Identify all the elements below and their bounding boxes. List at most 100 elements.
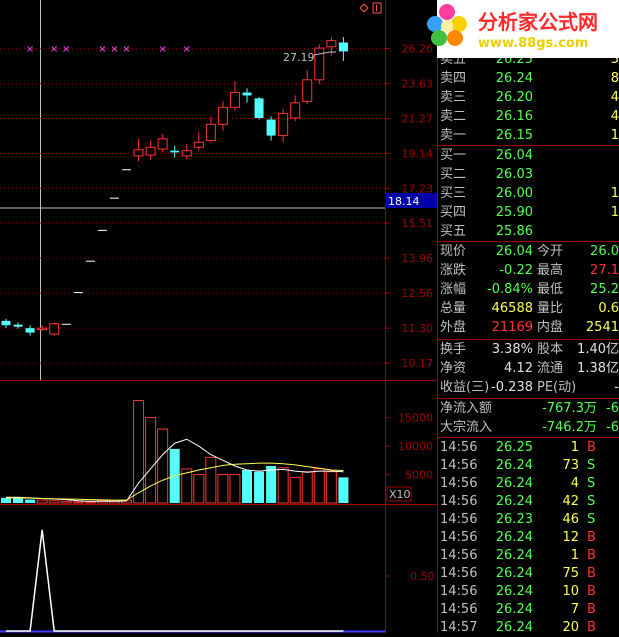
peak-label: 27.19 <box>283 51 315 64</box>
order-price: 26.24 <box>495 71 533 86</box>
candle-body <box>326 40 337 48</box>
tick-time: 14:56 <box>440 584 478 599</box>
candle-body <box>25 328 35 333</box>
flow-extra: -6 <box>606 420 619 435</box>
tick-price: 26.24 <box>495 566 533 581</box>
tick-price: 26.23 <box>495 512 533 527</box>
tick-qty: 20 <box>562 620 579 635</box>
quote-label: 现价 <box>440 244 467 259</box>
flow-row: 净流入额 -767.3万 -6 <box>437 399 619 418</box>
tick-row: 14:56 26.24 73 S <box>437 456 619 475</box>
order-label: 买二 <box>440 167 467 182</box>
order-label: 卖二 <box>440 109 467 124</box>
volume-bar <box>266 466 277 503</box>
tick-qty: 4 <box>570 476 579 491</box>
tick-price: 26.25 <box>495 440 533 455</box>
candle-body <box>109 197 119 199</box>
candle-body <box>314 47 325 81</box>
quote-row: 外盘 21169 内盘 2541 <box>437 318 619 337</box>
tick-row: 14:56 26.24 12 B <box>437 528 619 547</box>
stat-row: 换手 3.38% 股本 1.40亿 <box>437 340 619 359</box>
tick-time: 14:57 <box>440 620 478 635</box>
quote-label: 最高 <box>537 263 564 278</box>
flower-logo-icon <box>427 4 467 46</box>
order-row-sell: 卖一 26.15 1 <box>437 126 619 145</box>
candle-body <box>217 106 228 125</box>
candle-body <box>242 92 252 96</box>
tick-time: 14:56 <box>440 548 478 563</box>
order-label: 卖四 <box>440 71 467 86</box>
price-grid <box>0 48 385 364</box>
candle-body <box>278 112 289 137</box>
volume-bar <box>145 417 157 504</box>
quote-label: 总量 <box>440 301 467 316</box>
volume-axis-label: 5000 <box>405 469 433 482</box>
order-qty: 1 <box>610 128 619 143</box>
quote-label: 内盘 <box>537 320 564 335</box>
price-axis-label: 13.96 <box>402 252 434 265</box>
volume-axis-label: 15000 <box>398 412 433 425</box>
stat-row: 收益(三) -0.238 PE(动) - <box>437 378 619 397</box>
tick-price: 26.24 <box>495 494 533 509</box>
tick-side: B <box>587 440 596 455</box>
volume-bar <box>242 469 252 503</box>
stat-row: 净资 4.12 流通 1.38亿 <box>437 359 619 378</box>
tick-qty: 42 <box>562 494 579 509</box>
order-price: 25.90 <box>495 205 533 220</box>
candle-body <box>181 150 192 157</box>
order-price: 25.86 <box>495 224 533 239</box>
signal-marker: × <box>62 44 70 55</box>
tick-qty: 73 <box>562 458 579 473</box>
order-row-sell: 卖四 26.24 8 <box>437 69 619 88</box>
indicator-line <box>6 529 344 632</box>
stat-value: 1.40亿 <box>577 342 619 357</box>
signal-markers: × × × × × × × × <box>26 44 191 55</box>
candle-body <box>157 138 168 150</box>
quote-value: 26.04 <box>495 244 533 259</box>
tick-time: 14:56 <box>440 440 478 455</box>
candle-body <box>61 323 71 325</box>
tick-time: 14:56 <box>440 530 478 545</box>
tick-row: 14:56 26.24 42 S <box>437 492 619 511</box>
logo-url: www.88gs.com <box>478 36 589 51</box>
quote-value: 0.6 <box>598 301 619 316</box>
volume-bar <box>217 474 229 504</box>
signal-marker: × <box>110 44 118 55</box>
logo-title: 分析家公式网 <box>478 10 598 34</box>
quote-row: 现价 26.04 今开 26.0 <box>437 242 619 261</box>
order-price: 26.20 <box>495 90 533 105</box>
quote-value: 46588 <box>491 301 533 316</box>
stat-label: PE(动) <box>537 380 577 395</box>
candle-body <box>13 324 23 327</box>
tick-side: B <box>587 584 596 599</box>
order-row-buy: 买三 26.00 1 <box>437 184 619 203</box>
volume-bar <box>193 474 205 504</box>
quote-label: 涨幅 <box>440 282 467 297</box>
volume-axis-label: 10000 <box>398 440 433 453</box>
tick-time: 14:56 <box>440 512 478 527</box>
flow-extra: -6 <box>606 401 619 416</box>
candle-body <box>338 42 348 52</box>
tick-side: S <box>587 458 596 473</box>
volume-bar <box>48 500 60 504</box>
quote-label: 涨跌 <box>440 263 467 278</box>
stock-chart[interactable]: × × × × × × × × 27.19 26.2623.6321.2719.1417.23… <box>0 0 437 633</box>
order-price: 26.00 <box>495 186 533 201</box>
order-qty: 1 <box>610 205 619 220</box>
tick-row: 14:56 26.24 75 B <box>437 564 619 583</box>
tick-qty: 7 <box>570 602 579 617</box>
volume-bar <box>25 499 36 503</box>
tick-qty: 10 <box>562 584 579 599</box>
tick-row: 14:56 26.23 46 S <box>437 510 619 529</box>
tick-price: 26.24 <box>495 620 533 635</box>
expand-icon[interactable] <box>359 2 382 14</box>
tick-qty: 1 <box>570 548 579 563</box>
current-price-tag: 18.14 <box>388 195 420 208</box>
signal-marker: × <box>98 44 106 55</box>
price-axis-label: 12.56 <box>402 287 434 300</box>
order-row-buy: 买四 25.90 1 <box>437 203 619 222</box>
price-axis-label: 10.17 <box>402 357 434 370</box>
order-row-buy: 买五 25.86 <box>437 222 619 241</box>
tick-time: 14:56 <box>440 494 478 509</box>
volume-bar <box>289 476 301 504</box>
